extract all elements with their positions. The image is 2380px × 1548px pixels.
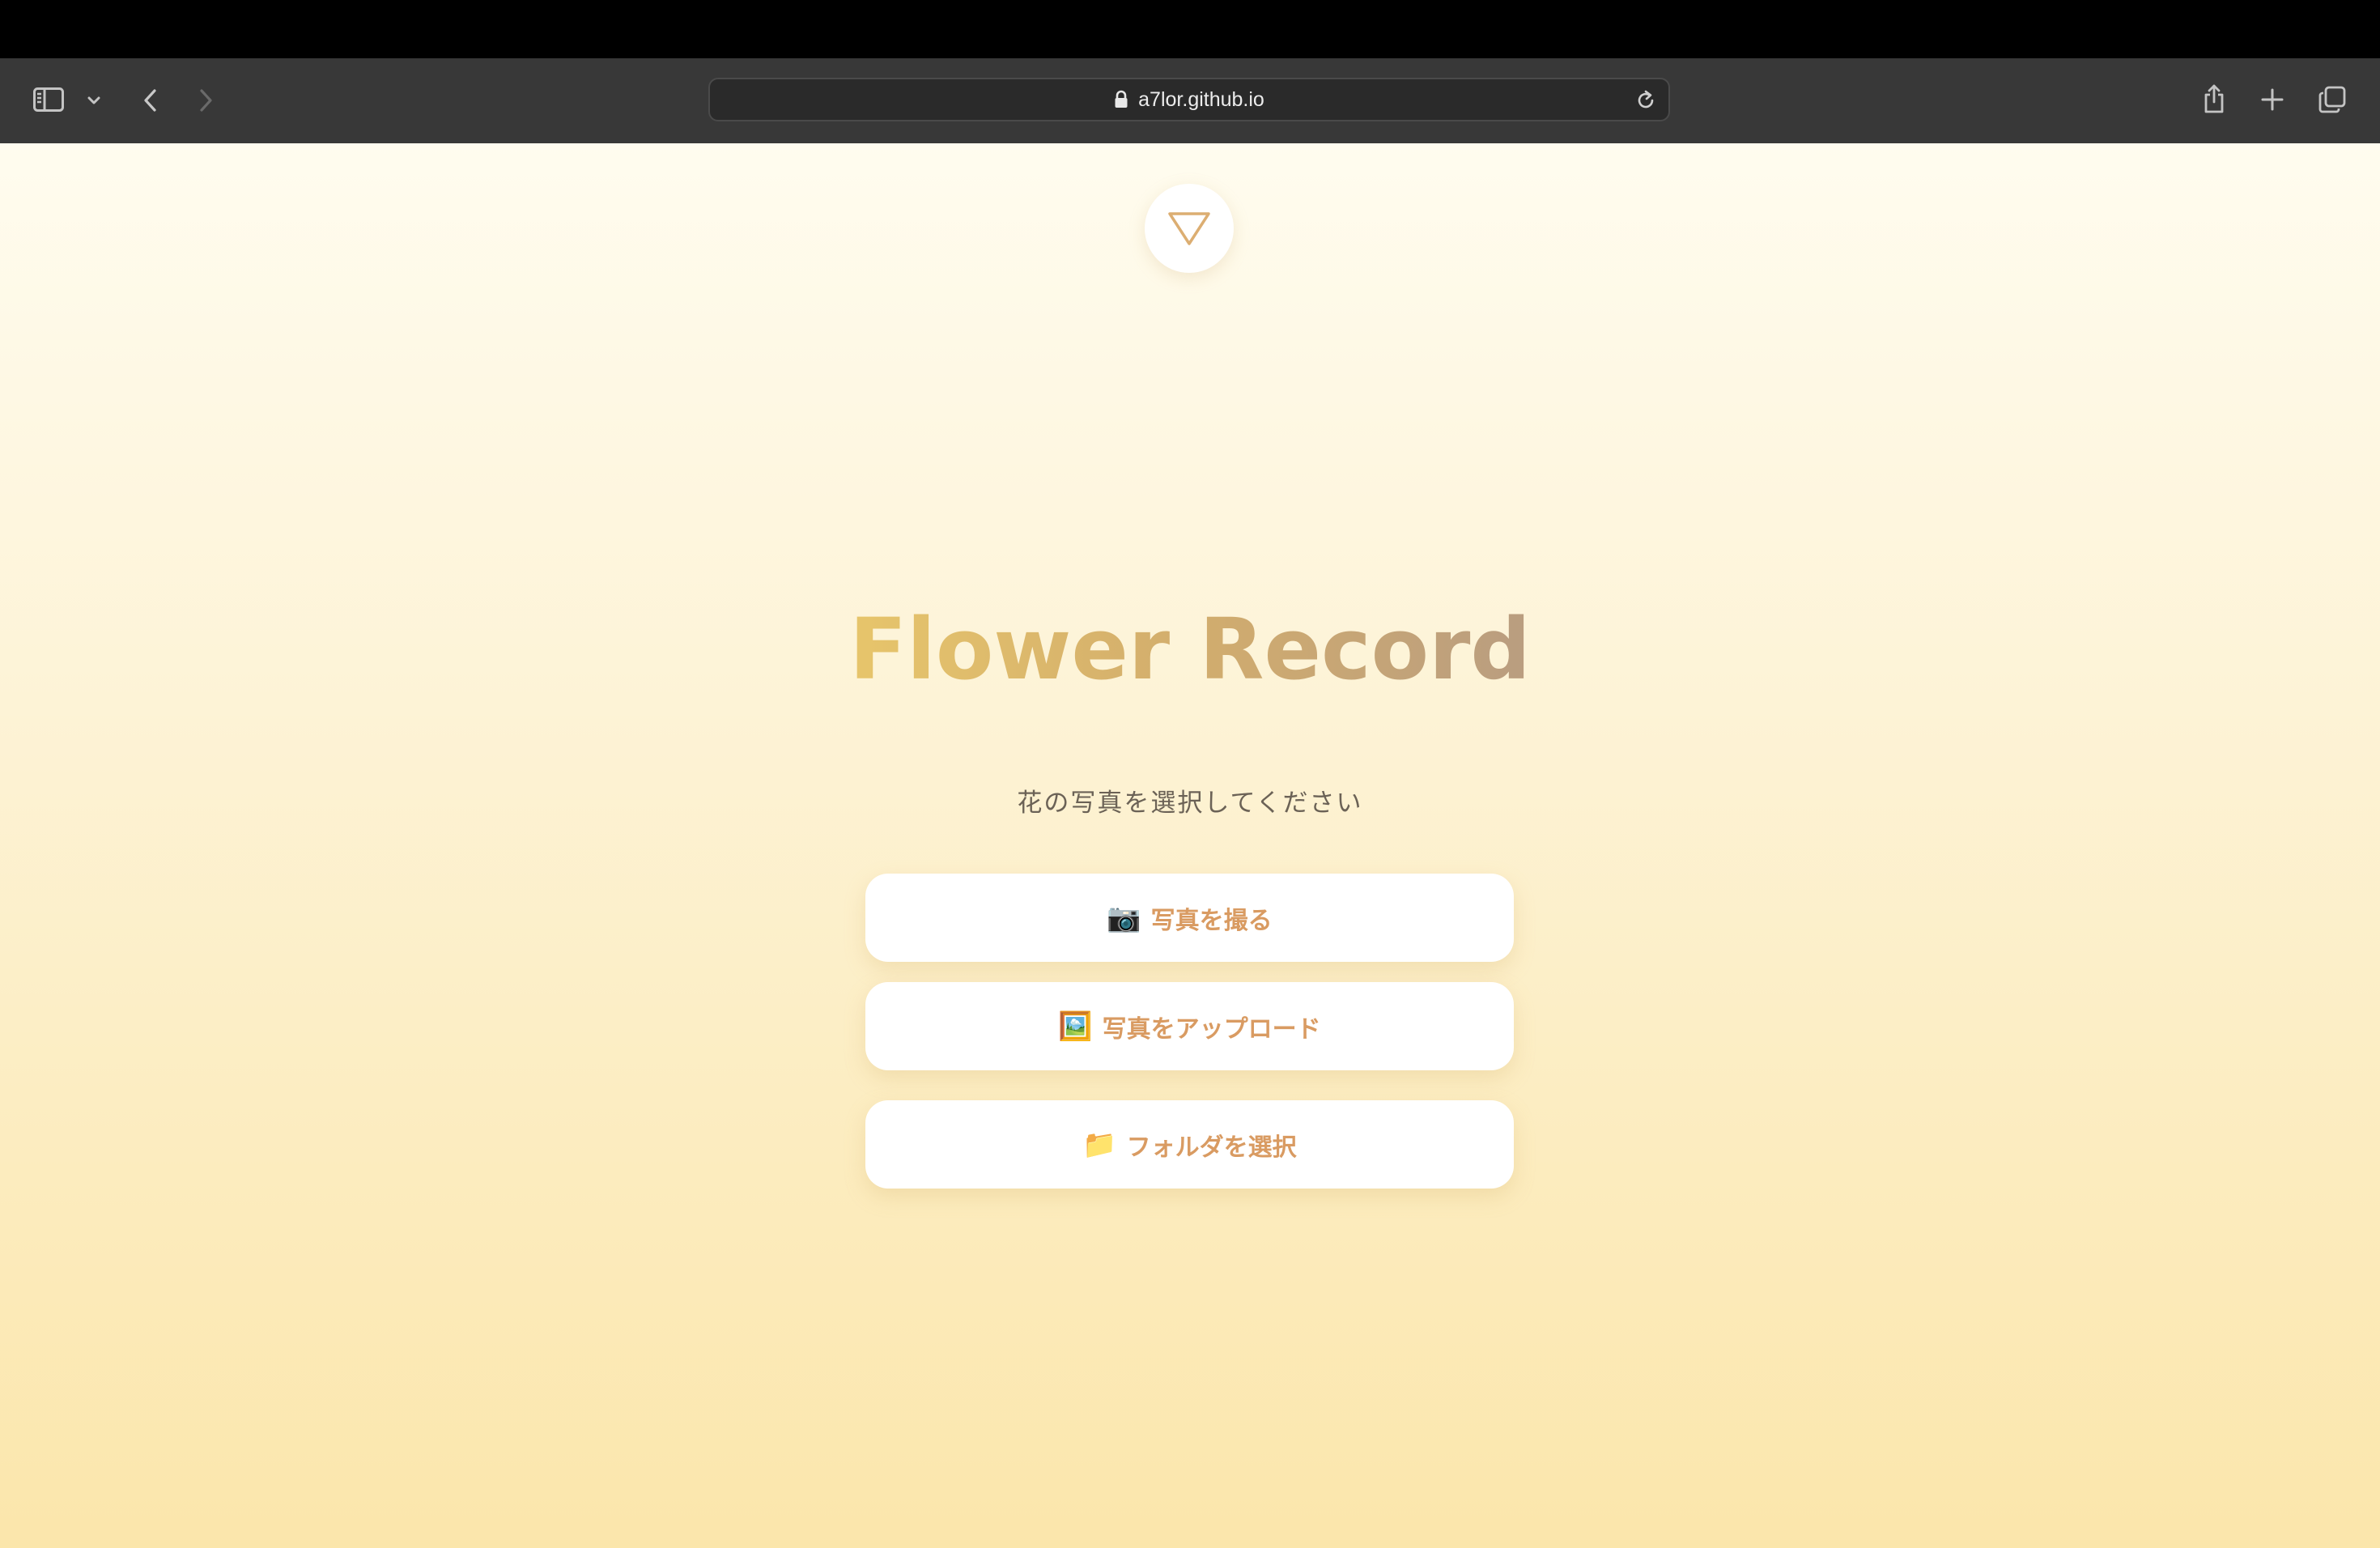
sidebar-icon[interactable] [32,86,65,113]
new-tab-icon[interactable] [2259,86,2286,113]
folder-icon: 📁 [1082,1128,1117,1161]
chevron-down-icon[interactable] [84,92,104,108]
address-bar[interactable]: a7lor.github.io [708,78,1670,121]
back-icon[interactable] [138,86,162,115]
upload-photo-button[interactable]: 🖼️ 写真をアップロード [865,982,1514,1070]
select-folder-button[interactable]: 📁 フォルダを選択 [865,1100,1514,1189]
menu-bar [0,0,2380,58]
page-title: Flower Record [849,600,1531,699]
lock-icon [1114,90,1128,109]
triangle-down-icon [1167,210,1212,247]
tab-overview-icon[interactable] [2317,84,2348,115]
screen: a7lor.github.io Flower Record 花の写真を選択してく… [0,0,2380,1548]
url-text: a7lor.github.io [1138,87,1264,111]
browser-toolbar: a7lor.github.io [0,58,2380,144]
page-content: Flower Record 花の写真を選択してください 📷 写真を撮る 🖼️ 写… [0,143,2380,1548]
picture-icon: 🖼️ [1058,1010,1093,1043]
forward-icon[interactable] [194,86,219,115]
take-photo-button[interactable]: 📷 写真を撮る [865,874,1514,962]
share-icon[interactable] [2199,81,2229,117]
upload-photo-label: 写真をアップロード [1102,1014,1321,1044]
take-photo-label: 写真を撮る [1150,906,1273,935]
camera-icon: 📷 [1107,901,1141,934]
instruction-text: 花の写真を選択してください [1017,789,1363,818]
menu-toggle-button[interactable] [1145,184,1234,273]
reload-icon[interactable] [1634,89,1657,112]
select-folder-label: フォルダを選択 [1126,1133,1297,1162]
